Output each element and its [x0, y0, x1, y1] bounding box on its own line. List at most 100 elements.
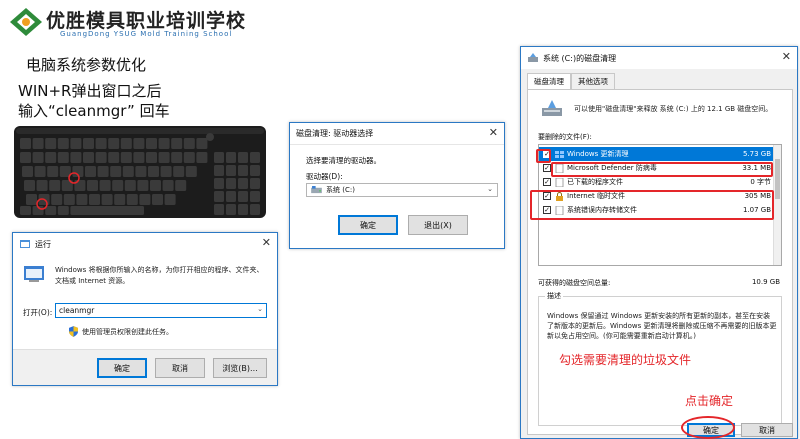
keyboard-key	[110, 166, 122, 177]
drive-select[interactable]: 系统 (C:) ⌄	[306, 183, 498, 197]
keyboard-key	[45, 206, 57, 215]
keyboard-key	[57, 138, 69, 149]
keyboard-numpad-key	[250, 191, 260, 202]
cancel-button[interactable]: 取消	[155, 358, 205, 378]
keyboard-key	[162, 180, 174, 191]
file-icon	[555, 163, 564, 173]
select-files-note: 勾选需要清理的垃圾文件	[559, 353, 692, 367]
keyboard-key	[51, 194, 63, 205]
keyboard-key	[150, 180, 161, 191]
tab-disk-cleanup[interactable]: 磁盘清理	[527, 73, 571, 89]
open-input-value: cleanmgr	[59, 306, 95, 315]
file-row[interactable]: ✓ Windows 更新清理 5.73 GB	[539, 147, 775, 161]
files-to-delete-label: 要删除的文件(F):	[538, 133, 592, 141]
keyboard-key	[32, 152, 44, 163]
keyboard-key	[70, 138, 82, 149]
shield-icon	[69, 326, 78, 337]
run-dialog-footer: 确定 取消 浏览(B)...	[13, 349, 277, 385]
file-row[interactable]: ✓ Microsoft Defender 防病毒 33.1 MB	[539, 161, 775, 175]
scrollbar-thumb[interactable]	[775, 159, 780, 199]
files-scrollbar[interactable]	[773, 145, 781, 265]
keyboard-key	[97, 166, 109, 177]
keyboard-numpad-key	[250, 165, 260, 176]
file-checkbox[interactable]: ✓	[543, 150, 551, 158]
file-row[interactable]: ✓ 已下载的程序文件 0 字节	[539, 175, 775, 189]
file-row[interactable]: ✓ Internet 临时文件 305 MB	[539, 189, 775, 203]
tab-more-options[interactable]: 其他选项	[571, 73, 615, 89]
close-icon[interactable]: ✕	[262, 237, 271, 249]
run-program-icon	[23, 265, 45, 283]
file-checkbox[interactable]: ✓	[543, 192, 551, 200]
keyboard-key	[108, 152, 120, 163]
keyboard-key	[99, 180, 111, 191]
cleanup-dialog-titlebar: 系统 (C:)的磁盘清理 ✕	[521, 47, 797, 69]
keyboard-key	[26, 194, 37, 205]
chevron-down-icon[interactable]: ⌄	[487, 185, 493, 193]
keyboard-key	[76, 194, 88, 205]
keyboard-key	[185, 166, 197, 177]
file-name: Windows 更新清理	[567, 150, 629, 158]
file-checkbox[interactable]: ✓	[543, 206, 551, 214]
keyboard-numpad-key	[214, 178, 224, 189]
keyboard-key	[108, 138, 120, 149]
keyboard-key	[137, 180, 149, 191]
keyboard-key	[196, 152, 208, 163]
click-ok-note: 点击确定	[685, 394, 734, 408]
file-row[interactable]: ✓ 系统错误内存转储文件 1.07 GB	[539, 203, 775, 217]
keyboard-key	[101, 194, 113, 205]
chevron-down-icon[interactable]: ⌄	[257, 305, 263, 313]
keyboard-numpad-key	[214, 165, 224, 176]
keyboard-key	[175, 180, 187, 191]
close-icon[interactable]: ✕	[489, 127, 498, 139]
keyboard-key	[133, 152, 145, 163]
keyboard-key	[148, 166, 159, 177]
keyboard-key	[20, 152, 31, 163]
open-input[interactable]: cleanmgr ⌄	[55, 303, 267, 318]
keyboard-numpad-key	[214, 152, 224, 163]
browse-button[interactable]: 浏览(B)...	[213, 358, 267, 378]
file-checkbox[interactable]: ✓	[543, 178, 551, 186]
keyboard-numpad-key	[226, 191, 236, 202]
keyboard-numpad-key	[214, 204, 224, 215]
total-space-label: 可获得的磁盘空间总量:	[538, 279, 611, 287]
brand-subtitle: GuangDong YSUG Mold Training School	[60, 30, 233, 38]
keyboard-key	[114, 194, 126, 205]
keyboard-key	[36, 180, 48, 191]
keyboard-key	[196, 138, 208, 149]
files-to-delete-list[interactable]: ✓ Windows 更新清理 5.73 GB ✓ Microsoft Defender …	[538, 144, 782, 266]
file-checkbox[interactable]: ✓	[543, 164, 551, 172]
keyboard-key	[70, 152, 82, 163]
keyboard-key	[32, 138, 44, 149]
keyboard-numpad-key	[238, 191, 248, 202]
keyboard-numpad-key	[250, 178, 260, 189]
ok-button[interactable]: 确定	[338, 215, 398, 235]
drive-select-dialog: 磁盘清理: 驱动器选择 ✕ 选择要清理的驱动器。 驱动器(D): 系统 (C:)…	[289, 122, 505, 249]
admin-note-text: 使用管理员权限创建此任务。	[82, 327, 173, 336]
close-icon[interactable]: ✕	[782, 51, 791, 63]
file-size: 305 MB	[744, 192, 771, 200]
keyboard-key	[85, 166, 96, 177]
keyboard-key	[49, 180, 61, 191]
keyboard-key	[173, 166, 185, 177]
ok-button[interactable]: 确定	[687, 423, 735, 437]
keyboard-key	[83, 152, 94, 163]
keyboard-key	[47, 166, 59, 177]
description-title: 描述	[545, 291, 563, 301]
total-space-value: 10.9 GB	[751, 278, 780, 286]
drive-label: 驱动器(D):	[306, 172, 343, 181]
run-dialog-titlebar: 运行 ✕	[13, 233, 277, 255]
keyboard-key	[63, 194, 75, 205]
keyboard-key	[120, 152, 132, 163]
run-dialog: 运行 ✕ Windows 将根据你所输入的名称，为你打开相应的程序、文件夹、文档…	[12, 232, 278, 386]
cancel-button[interactable]: 取消	[741, 423, 793, 437]
ok-button[interactable]: 确定	[97, 358, 147, 378]
exit-button[interactable]: 退出(X)	[408, 215, 468, 235]
keyboard-numpad-key	[226, 152, 236, 163]
disk-cleanup-dialog: 系统 (C:)的磁盘清理 ✕ 磁盘清理 其他选项 可以使用"磁盘清理"来释放 系…	[520, 46, 798, 439]
keyboard-key	[133, 138, 145, 149]
file-name: Microsoft Defender 防病毒	[567, 164, 657, 172]
keyboard-numpad-key	[226, 165, 236, 176]
keyboard-numpad-key	[250, 204, 260, 215]
keyboard-key	[160, 166, 172, 177]
keyboard-key	[20, 138, 31, 149]
